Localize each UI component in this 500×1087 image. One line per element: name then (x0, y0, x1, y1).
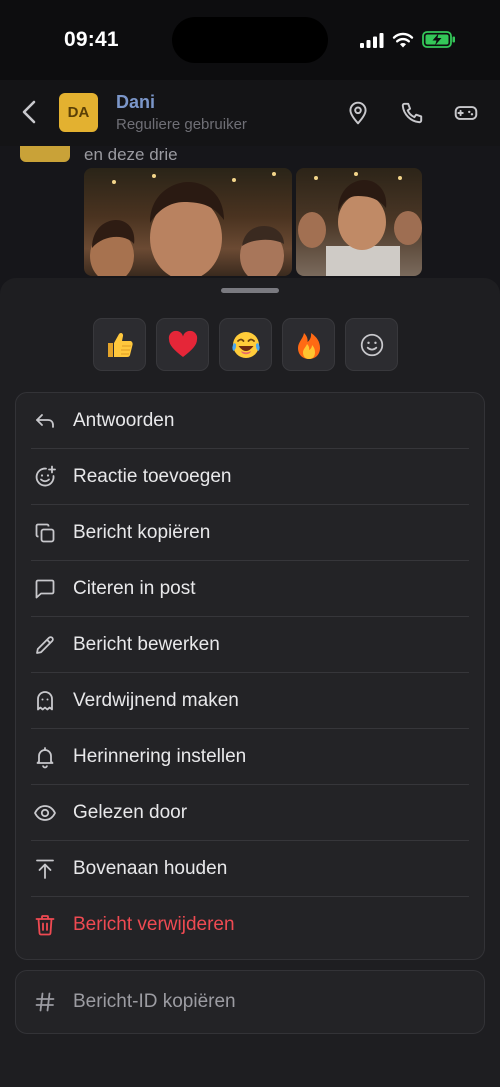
eye-icon (34, 805, 56, 821)
copy-icon (35, 523, 55, 543)
contact-name[interactable]: Dani (116, 92, 155, 113)
bell-icon (36, 747, 54, 769)
read-by-menu-item[interactable]: Gelezen door (16, 785, 484, 841)
photo-attachment[interactable] (296, 168, 422, 276)
photo-attachment[interactable] (84, 168, 292, 276)
location-button[interactable] (345, 100, 371, 126)
wifi-icon (392, 32, 414, 47)
set-reminder-menu-item[interactable]: Herinnering instellen (16, 729, 484, 785)
trash-icon (35, 915, 55, 936)
menu-item-label: Verdwijnend maken (73, 690, 239, 711)
emoji-add-icon (35, 465, 56, 487)
more-reactions-button[interactable] (345, 318, 398, 371)
game-button[interactable] (453, 100, 479, 126)
menu-item-label: Bericht bewerken (73, 634, 220, 655)
tears-of-joy-reaction[interactable] (219, 318, 272, 371)
message-text[interactable]: en deze drie (84, 145, 178, 165)
disappearing-menu-item[interactable]: Verdwijnend maken (16, 673, 484, 729)
reaction-bar (93, 318, 398, 371)
status-bar: 09:41 (0, 0, 500, 80)
menu-item-label: Herinnering instellen (73, 746, 247, 767)
tears-of-joy-icon (231, 331, 260, 358)
add-reaction-menu-item[interactable]: Reactie toevoegen (16, 449, 484, 505)
menu-item-label: Antwoorden (73, 410, 175, 431)
chat-area: en deze drie (0, 145, 500, 296)
location-pin-icon (349, 101, 367, 125)
copy-id-label: Bericht-ID kopiëren (73, 991, 236, 1012)
menu-item-label: Bericht verwijderen (73, 914, 235, 935)
thumbs-up-icon (107, 332, 133, 357)
ghost-icon (37, 691, 53, 711)
battery-charging-icon (422, 31, 455, 48)
heart-icon (168, 330, 197, 357)
photo-selfie-image (298, 172, 422, 276)
fire-icon (297, 332, 320, 359)
contact-role: Reguliere gebruiker (116, 116, 247, 133)
speech-bubble-icon (35, 579, 55, 599)
call-button[interactable] (399, 100, 425, 126)
smiley-add-icon (360, 333, 383, 356)
menu-item-label: Bericht kopiëren (73, 522, 211, 543)
back-button[interactable] (18, 98, 42, 126)
sender-avatar (20, 146, 70, 162)
reply-arrow-icon (36, 414, 54, 428)
photo-people-image (90, 172, 284, 276)
message-action-menu: Antwoorden Reactie toevoegen Bericht kop… (15, 392, 485, 960)
chat-header: DA Dani Reguliere gebruiker (0, 80, 500, 146)
message-action-sheet: Antwoorden Reactie toevoegen Bericht kop… (0, 278, 500, 1087)
phone-icon (401, 102, 423, 124)
contact-avatar[interactable]: DA (59, 93, 98, 132)
menu-item-label: Bovenaan houden (73, 858, 228, 879)
arrow-to-top-icon (36, 859, 54, 879)
menu-item-label: Citeren in post (73, 578, 196, 599)
menu-item-label: Gelezen door (73, 802, 188, 823)
quote-in-post-menu-item[interactable]: Citeren in post (16, 561, 484, 617)
reply-menu-item[interactable]: Antwoorden (16, 393, 484, 449)
thumbs-up-reaction[interactable] (93, 318, 146, 371)
hash-icon (35, 992, 55, 1012)
pencil-icon (36, 636, 54, 654)
status-icons (360, 31, 456, 48)
pin-to-top-menu-item[interactable]: Bovenaan houden (16, 841, 484, 897)
copy-message-menu-item[interactable]: Bericht kopiëren (16, 505, 484, 561)
sheet-grabber[interactable] (221, 288, 279, 293)
gamepad-icon (454, 106, 478, 120)
delete-message-menu-item[interactable]: Bericht verwijderen (16, 897, 484, 953)
status-time: 09:41 (64, 28, 119, 51)
copy-message-id-button[interactable]: Bericht-ID kopiëren (15, 970, 485, 1034)
chevron-left-icon (22, 100, 36, 124)
fire-reaction[interactable] (282, 318, 335, 371)
heart-reaction[interactable] (156, 318, 209, 371)
dynamic-island (172, 17, 328, 63)
menu-item-label: Reactie toevoegen (73, 466, 232, 487)
cellular-signal-icon (360, 32, 384, 48)
edit-message-menu-item[interactable]: Bericht bewerken (16, 617, 484, 673)
